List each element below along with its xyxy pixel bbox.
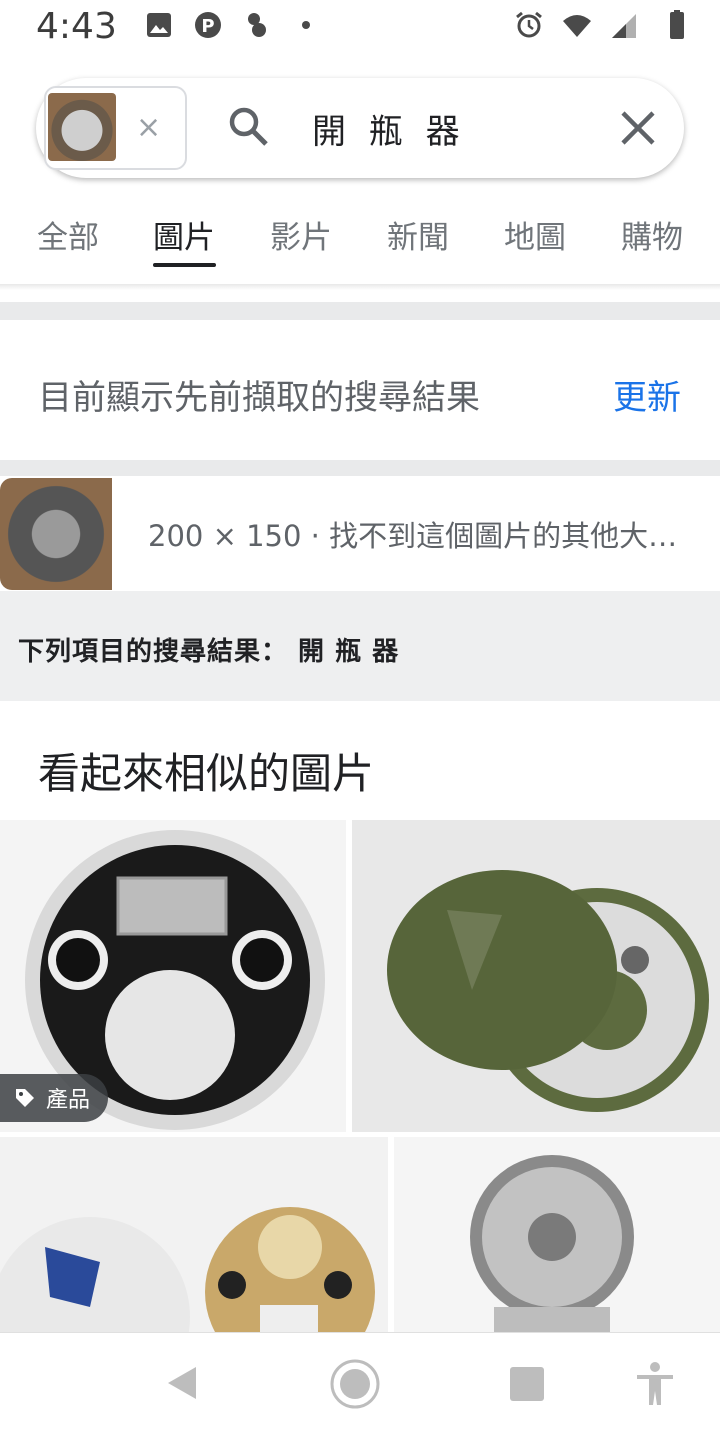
search-image-thumbnail: [48, 93, 116, 161]
tab-all[interactable]: 全部: [37, 212, 99, 257]
cellular-signal-icon: [612, 14, 636, 38]
svg-text:P: P: [201, 16, 214, 37]
cached-results-notice: 目前顯示先前擷取的搜尋結果: [38, 378, 480, 418]
status-time: 4:43: [36, 6, 117, 47]
similar-image-4[interactable]: [394, 1137, 720, 1332]
recents-icon[interactable]: [508, 1365, 546, 1403]
refresh-link[interactable]: 更新: [613, 370, 681, 419]
bottle-opener-image: [0, 1207, 375, 1332]
bottle-opener-image: [470, 1155, 634, 1332]
app-notification-icon: [248, 13, 266, 37]
battery-icon: [670, 10, 684, 39]
wifi-icon: [563, 15, 591, 37]
similar-images-heading: 看起來相似的圖片: [38, 749, 375, 798]
back-icon[interactable]: [162, 1363, 202, 1403]
active-tab-indicator: [153, 263, 216, 267]
bottle-opener-image: [387, 870, 709, 1112]
product-badge: 產品: [0, 1074, 109, 1122]
tab-maps[interactable]: 地圖: [504, 212, 566, 257]
section-separator: [0, 460, 720, 476]
pinterest-icon: P: [195, 12, 221, 38]
home-icon[interactable]: [328, 1357, 382, 1411]
clear-search-icon[interactable]: [616, 106, 660, 150]
accessibility-icon[interactable]: [634, 1361, 676, 1407]
tabs-divider: [0, 284, 720, 290]
image-size-info[interactable]: 200 × 150 · 找不到這個圖片的其他大…: [148, 513, 688, 555]
search-query-text[interactable]: 開 瓶 器: [312, 104, 466, 153]
chip-clear-button[interactable]: ×: [136, 110, 161, 145]
search-icon[interactable]: [226, 104, 272, 150]
similar-image-2[interactable]: [352, 820, 720, 1132]
tab-videos[interactable]: 影片: [270, 212, 332, 257]
system-nav-bar: [0, 1332, 720, 1441]
more-notifications-dot-icon: [302, 21, 310, 29]
tab-news[interactable]: 新聞: [387, 212, 449, 257]
similar-image-3[interactable]: [0, 1137, 388, 1332]
tab-images[interactable]: 圖片: [153, 212, 215, 257]
status-bar: 4:43 P: [0, 0, 720, 56]
tag-icon: [16, 1089, 34, 1107]
section-separator: [0, 302, 720, 320]
product-badge-label: 產品: [46, 1088, 91, 1113]
results-for-text: 下列項目的搜尋結果： 開 瓶 器: [18, 637, 400, 667]
tab-shopping[interactable]: 購物: [621, 212, 683, 257]
query-image-thumbnail[interactable]: [0, 478, 112, 590]
gallery-icon: [147, 13, 171, 37]
alarm-icon: [516, 11, 542, 38]
